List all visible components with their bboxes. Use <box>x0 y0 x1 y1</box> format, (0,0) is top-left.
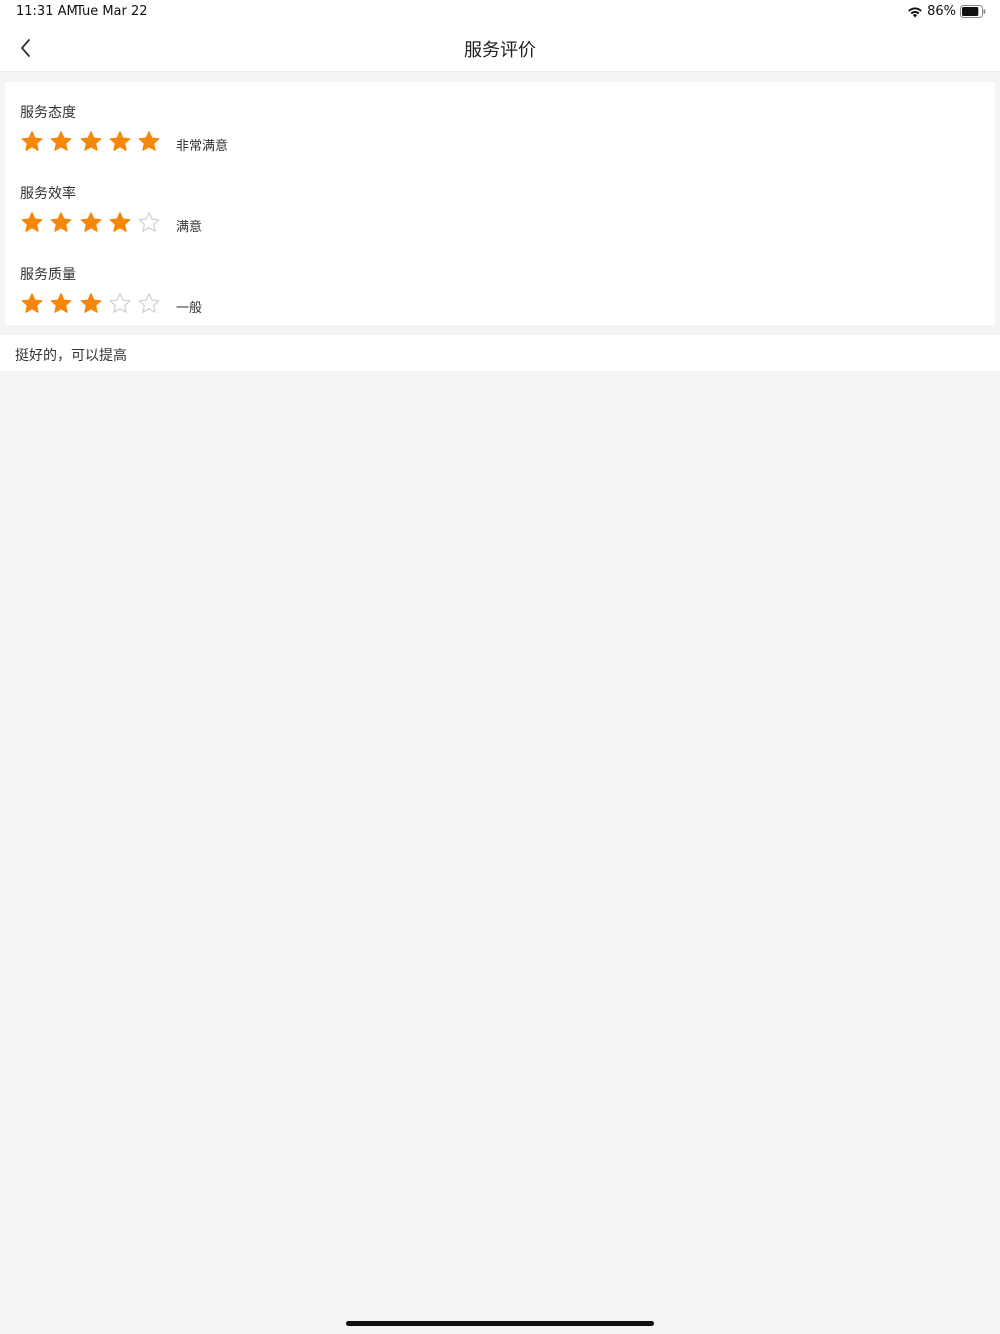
nav-bar: 服务评价 <box>0 24 1000 72</box>
rating-text: 满意 <box>176 220 203 235</box>
star-filled-icon[interactable] <box>137 130 161 154</box>
star-empty-icon[interactable] <box>137 211 161 235</box>
rating-label: 服务质量 <box>20 267 76 283</box>
star-filled-icon[interactable] <box>20 211 44 235</box>
star-filled-icon[interactable] <box>49 130 73 154</box>
star-rating <box>20 292 166 316</box>
star-filled-icon[interactable] <box>108 130 132 154</box>
rating-card: 服务态度 非常满意 服务效率 满意 服务质量 一般 <box>5 82 995 325</box>
star-filled-icon[interactable] <box>79 292 103 316</box>
battery-fill <box>962 7 979 16</box>
star-filled-icon[interactable] <box>108 211 132 235</box>
rating-label: 服务态度 <box>20 105 76 121</box>
star-filled-icon[interactable] <box>49 292 73 316</box>
star-filled-icon[interactable] <box>79 130 103 154</box>
star-filled-icon[interactable] <box>49 211 73 235</box>
comment-box: 挺好的，可以提高 <box>0 335 1000 371</box>
rating-item-efficiency: 服务效率 满意 <box>20 183 420 253</box>
wifi-icon <box>907 6 923 18</box>
rating-text: 非常满意 <box>176 139 229 154</box>
battery-percent: 86% <box>927 4 956 19</box>
status-date: Tue Mar 22 <box>76 4 148 19</box>
star-filled-icon[interactable] <box>20 292 44 316</box>
star-empty-icon[interactable] <box>137 292 161 316</box>
star-filled-icon[interactable] <box>79 211 103 235</box>
page-title: 服务评价 <box>464 40 536 61</box>
status-time: 11:31 AM <box>16 4 78 19</box>
comment-text: 挺好的，可以提高 <box>15 348 127 364</box>
battery-icon <box>960 5 986 18</box>
status-indicators: 86% <box>907 4 986 19</box>
home-indicator[interactable] <box>346 1321 654 1326</box>
rating-text: 一般 <box>176 301 203 316</box>
star-empty-icon[interactable] <box>108 292 132 316</box>
rating-item-quality: 服务质量 一般 <box>20 264 420 334</box>
rating-label: 服务效率 <box>20 186 76 202</box>
star-rating <box>20 130 166 154</box>
star-filled-icon[interactable] <box>20 130 44 154</box>
rating-item-attitude: 服务态度 非常满意 <box>20 102 420 172</box>
star-rating <box>20 211 166 235</box>
status-bar: 11:31 AM Tue Mar 22 86% <box>0 0 1000 24</box>
